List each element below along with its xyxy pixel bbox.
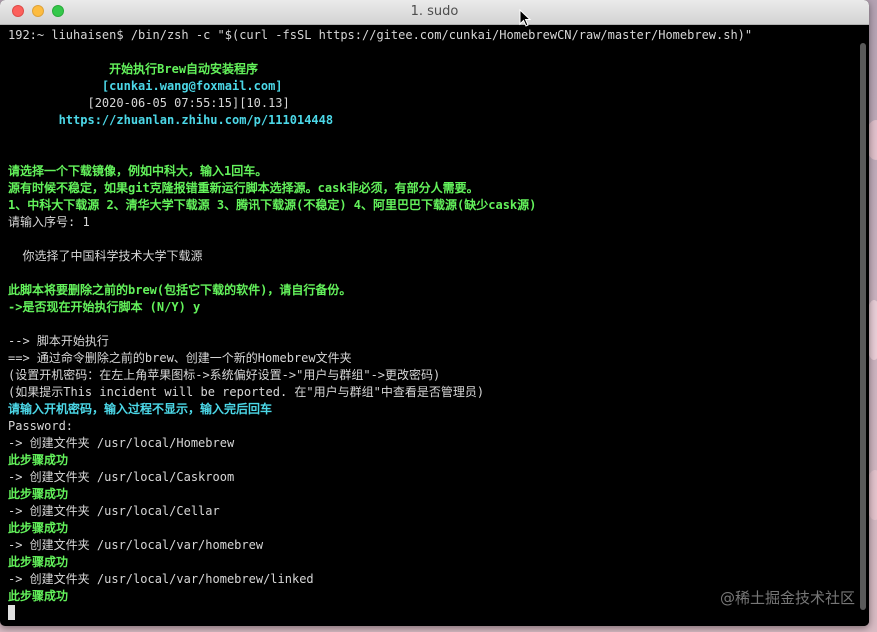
terminal-line: -> 创建文件夹 /usr/local/Cellar — [8, 504, 220, 518]
window-title: 1. sudo — [410, 4, 459, 19]
title-bar[interactable]: 1. sudo — [0, 0, 869, 27]
terminal-line: 此步骤成功 — [8, 555, 69, 569]
terminal-line: 源有时候不稳定，如果git克隆报错重新运行脚本选择源。cask非必须，有部分人需… — [8, 181, 479, 195]
terminal-line: 此步骤成功 — [8, 453, 69, 467]
terminal-line: -> 创建文件夹 /usr/local/var/homebrew — [8, 538, 264, 552]
watermark: @稀土掘金技术社区 — [719, 589, 855, 607]
scrollbar-thumb[interactable] — [860, 43, 866, 610]
terminal-line: 此步骤成功 — [8, 487, 69, 501]
terminal-line: --> 脚本开始执行 — [8, 334, 109, 348]
terminal-line: 此脚本将要删除之前的brew(包括它下载的软件)，请自行备份。 — [8, 283, 352, 297]
terminal-output[interactable]: 192:~ liuhaisen$ /bin/zsh -c "$(curl -fs… — [0, 25, 857, 626]
terminal-line: [cunkai.wang@foxmail.com] — [8, 79, 283, 93]
terminal-line: ==> 通过命令删除之前的brew、创建一个新的Homebrew文件夹 — [8, 351, 352, 365]
terminal-line: (设置开机密码：在左上角苹果图标->系统偏好设置->"用户与群组"->更改密码) — [8, 368, 441, 382]
terminal-line: 此步骤成功 — [8, 521, 69, 535]
terminal-line: -> 创建文件夹 /usr/local/Homebrew — [8, 436, 235, 450]
text-cursor — [8, 605, 15, 620]
terminal-line: 请输入开机密码，输入过程不显示，输入完后回车 — [8, 402, 273, 416]
terminal-line: Password: — [8, 419, 74, 433]
vertical-scrollbar[interactable] — [857, 25, 869, 626]
terminal-line: -> 创建文件夹 /usr/local/Caskroom — [8, 470, 235, 484]
terminal-line: https://zhuanlan.zhihu.com/p/111014448 — [8, 113, 334, 127]
terminal-window: 1. sudo 192:~ liuhaisen$ /bin/zsh -c "$(… — [0, 0, 869, 626]
terminal-line: -> 创建文件夹 /usr/local/var/homebrew/linked — [8, 572, 314, 586]
terminal-line: 你选择了中国科学技术大学下载源 — [8, 249, 203, 263]
terminal-line: 192:~ liuhaisen$ /bin/zsh -c "$(curl -fs… — [8, 28, 753, 42]
terminal-line: 开始执行Brew自动安装程序 — [8, 62, 259, 76]
terminal-line: 1、中科大下载源 2、清华大学下载源 3、腾讯下载源(不稳定) 4、阿里巴巴下载… — [8, 198, 537, 212]
terminal-line: [2020-06-05 07:55:15][10.13] — [8, 96, 290, 110]
terminal-line: (如果提示This incident will be reported. 在"用… — [8, 385, 485, 399]
terminal-line: 请选择一个下载镜像，例如中科大，输入1回车。 — [8, 164, 268, 178]
terminal-line: ->是否现在开始执行脚本 (N/Y) y — [8, 300, 201, 314]
terminal-line: 请输入序号: 1 — [8, 215, 90, 229]
